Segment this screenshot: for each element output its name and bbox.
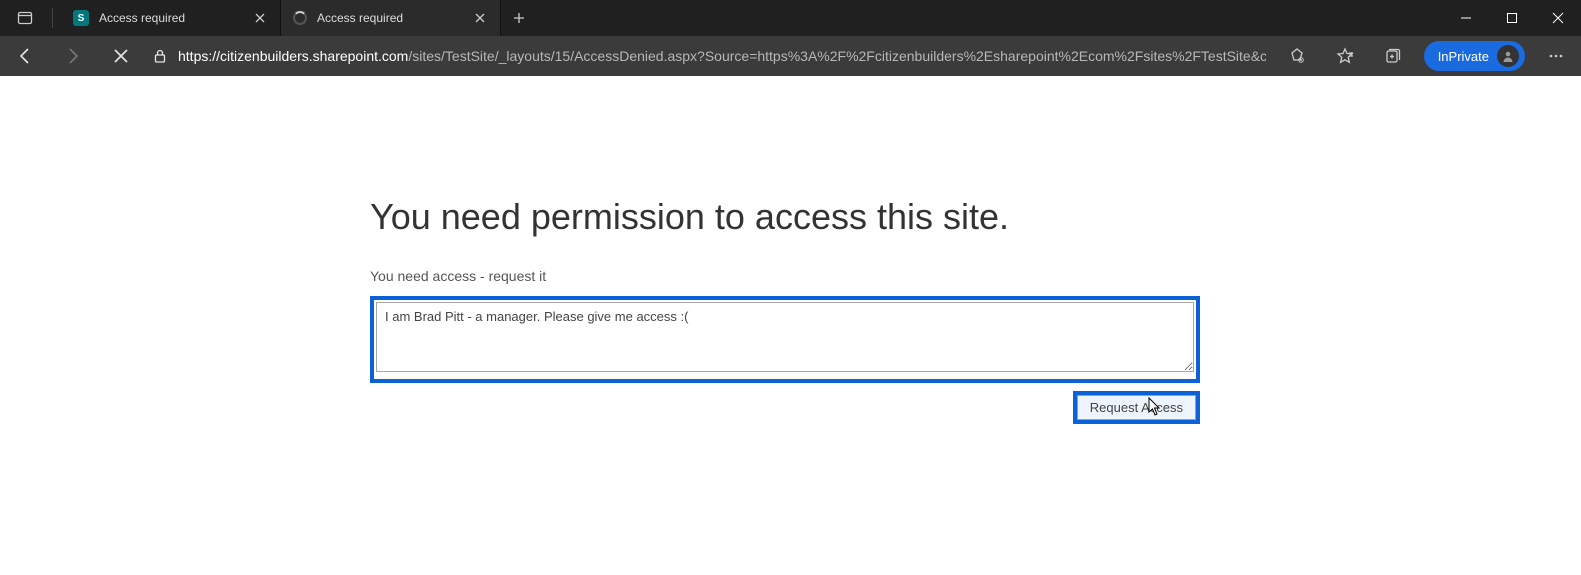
settings-more-icon[interactable] (1539, 39, 1573, 73)
forward-button[interactable] (56, 39, 90, 73)
window-minimize-button[interactable] (1443, 0, 1489, 36)
inprivate-badge[interactable]: InPrivate (1424, 41, 1525, 71)
url-host: https://citizenbuilders.sharepoint.com (178, 48, 408, 64)
tab-2-title: Access required (317, 11, 403, 25)
browser-toolbar: https://citizenbuilders.sharepoint.com/s… (0, 36, 1581, 76)
sharepoint-icon: S (73, 10, 89, 26)
divider (52, 8, 53, 28)
browser-titlebar: S Access required Access required (0, 0, 1581, 36)
back-button[interactable] (8, 39, 42, 73)
window-maximize-button[interactable] (1489, 0, 1535, 36)
tab-2-active[interactable]: Access required (281, 0, 501, 36)
site-info-icon[interactable] (152, 48, 168, 64)
tracking-prevention-icon[interactable] (1280, 39, 1314, 73)
message-field-highlight (370, 296, 1200, 383)
request-button-highlight: Request Access (1073, 391, 1200, 424)
page-content: You need permission to access this site.… (0, 196, 1581, 424)
button-row: Request Access (370, 391, 1200, 424)
page-subtitle: You need access - request it (370, 268, 1200, 284)
tab-actions-icon[interactable] (8, 1, 42, 35)
address-bar[interactable]: https://citizenbuilders.sharepoint.com/s… (152, 48, 1266, 64)
profile-avatar-icon (1497, 45, 1519, 67)
sp-icon-letter: S (78, 13, 85, 24)
url-path: /sites/TestSite/_layouts/15/AccessDenied… (408, 48, 1265, 64)
request-access-button[interactable]: Request Access (1077, 395, 1196, 420)
url-text: https://citizenbuilders.sharepoint.com/s… (178, 48, 1266, 64)
page-title: You need permission to access this site. (370, 196, 1200, 238)
tab-row: S Access required Access required (61, 0, 1443, 36)
tab-1-title: Access required (99, 11, 185, 25)
access-denied-panel: You need permission to access this site.… (370, 196, 1200, 424)
tab-2-close-icon[interactable] (472, 10, 488, 26)
new-tab-button[interactable] (501, 0, 537, 36)
window-controls (1443, 0, 1581, 36)
inprivate-label: InPrivate (1438, 49, 1489, 64)
collections-icon[interactable] (1376, 39, 1410, 73)
tab-1-close-icon[interactable] (252, 10, 268, 26)
access-request-message-input[interactable] (376, 302, 1194, 372)
loading-spinner-icon (293, 11, 307, 25)
tab-actions-left (0, 0, 61, 36)
stop-reload-button[interactable] (104, 39, 138, 73)
window-close-button[interactable] (1535, 0, 1581, 36)
favorites-icon[interactable] (1328, 39, 1362, 73)
tab-1[interactable]: S Access required (61, 0, 281, 36)
toolbar-right: InPrivate (1280, 39, 1573, 73)
